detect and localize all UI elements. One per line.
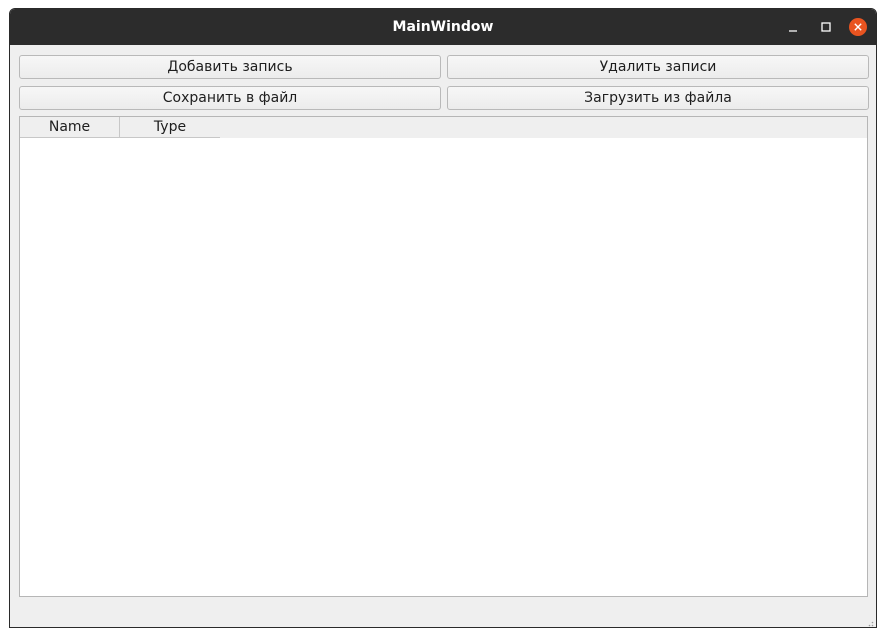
column-header-type[interactable]: Type <box>120 117 220 138</box>
minimize-button[interactable] <box>784 18 802 36</box>
table-header: Name Type <box>20 117 867 138</box>
load-from-file-button[interactable]: Загрузить из файла <box>447 86 869 110</box>
close-icon <box>849 18 867 36</box>
size-grip-icon[interactable] <box>864 615 874 627</box>
window-title: MainWindow <box>392 19 494 35</box>
delete-records-button[interactable]: Удалить записи <box>447 55 869 79</box>
maximize-button[interactable] <box>817 18 835 36</box>
add-record-button[interactable]: Добавить запись <box>19 55 441 79</box>
column-header-name[interactable]: Name <box>20 117 120 138</box>
maximize-icon <box>821 22 831 32</box>
save-to-file-button[interactable]: Сохранить в файл <box>19 86 441 110</box>
minimize-icon <box>789 30 797 32</box>
records-table[interactable]: Name Type <box>19 116 868 597</box>
size-grip-dots <box>868 621 874 627</box>
close-button[interactable] <box>849 18 867 36</box>
main-window: MainWindow Добавить запись Удалить запис… <box>9 8 877 628</box>
title-bar[interactable]: MainWindow <box>10 9 876 45</box>
